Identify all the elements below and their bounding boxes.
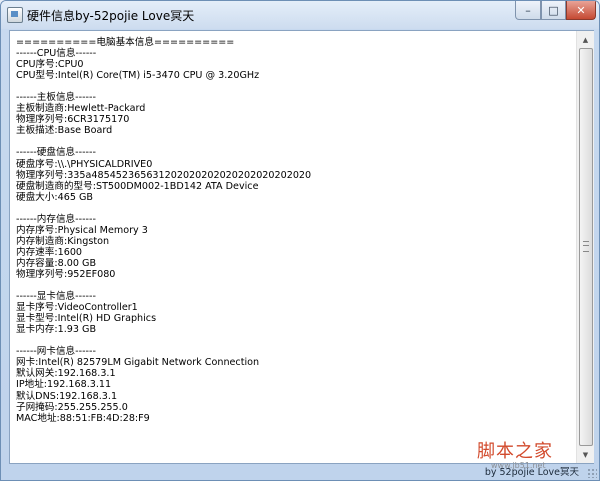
report-textarea[interactable]: ==========电脑基本信息========== ------CPU信息---… <box>10 31 575 463</box>
report-line: 物理序列号:952EF080 <box>16 268 116 280</box>
report-line: 子网掩码:255.255.255.0 <box>16 401 128 413</box>
report-line: 网卡:Intel(R) 82579LM Gigabit Network Conn… <box>16 357 260 369</box>
app-window: 硬件信息by-52pojie Love冥天 – □ ✕ ==========电脑… <box>0 0 600 481</box>
report-line: 内存速率:1600 <box>16 246 83 258</box>
watermark-url: www.jb51.net <box>491 461 546 470</box>
report-line: 内存序号:Physical Memory 3 <box>16 224 148 236</box>
scrollbar-thumb[interactable] <box>579 48 593 446</box>
report-line <box>16 280 575 291</box>
watermark-text: 脚本之家 <box>477 441 553 462</box>
report-line <box>16 335 575 346</box>
app-icon[interactable] <box>7 7 23 23</box>
report-line: ------硬盘信息------ <box>16 147 96 159</box>
report-line: ------主板信息------ <box>16 92 96 104</box>
minimize-button[interactable]: – <box>515 1 541 20</box>
report-line: ------显卡信息------ <box>16 291 96 303</box>
report-line <box>16 136 575 147</box>
title-bar[interactable]: 硬件信息by-52pojie Love冥天 – □ ✕ <box>1 1 599 29</box>
report-line: MAC地址:88:51:FB:4D:28:F9 <box>16 412 150 424</box>
report-line: 默认网关:192.168.3.1 <box>16 368 116 380</box>
report-line: ==========电脑基本信息========== <box>16 37 235 48</box>
report-line: CPU型号:Intel(R) Core(TM) i5-3470 CPU @ 3.… <box>16 70 260 82</box>
report-line: 显卡型号:Intel(R) HD Graphics <box>16 313 157 325</box>
report-line <box>16 203 575 214</box>
report-line: CPU序号:CPU0 <box>16 59 84 71</box>
report-line: 默认DNS:192.168.3.1 <box>16 390 118 402</box>
maximize-button[interactable]: □ <box>541 1 566 20</box>
scrollbar-grip-icon <box>583 241 589 252</box>
report-line: 主板制造商:Hewlett-Packard <box>16 103 146 115</box>
report-line <box>16 81 575 92</box>
window-title: 硬件信息by-52pojie Love冥天 <box>27 9 195 23</box>
report-line: 硬盘制造商的型号:ST500DM002-1BD142 ATA Device <box>16 180 259 192</box>
report-line: 物理序列号:335a485452365631202020202020202020… <box>16 169 312 181</box>
report-line: 内存制造商:Kingston <box>16 235 110 247</box>
report-line: IP地址:192.168.3.11 <box>16 379 112 391</box>
report-line: ------网卡信息------ <box>16 346 96 358</box>
report-line: 内存容量:8.00 GB <box>16 257 97 269</box>
report-line: 硬盘序号:\\.\PHYSICALDRIVE0 <box>16 158 153 170</box>
report-line: 物理序列号:6CR3175170 <box>16 114 130 126</box>
report-line: 主板描述:Base Board <box>16 125 113 137</box>
report-line: ------内存信息------ <box>16 213 96 225</box>
report-line: 显卡内存:1.93 GB <box>16 324 97 336</box>
vertical-scrollbar[interactable]: ▲ ▼ <box>576 31 594 463</box>
report-line: ------CPU信息------ <box>16 48 97 60</box>
report-line: 硬盘大小:465 GB <box>16 191 93 203</box>
scroll-up-arrow-icon[interactable]: ▲ <box>577 31 594 48</box>
close-button[interactable]: ✕ <box>566 1 596 20</box>
report-panel: ==========电脑基本信息========== ------CPU信息---… <box>9 30 594 464</box>
watermark: 脚本之家 www.jb51.net <box>477 437 597 477</box>
report-line: 显卡序号:VideoController1 <box>16 302 138 314</box>
